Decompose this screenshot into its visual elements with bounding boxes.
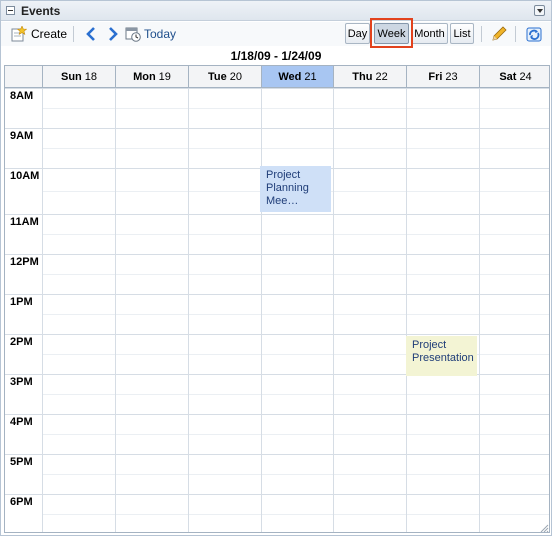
day-name: Fri bbox=[428, 70, 443, 83]
toolbar-divider bbox=[73, 26, 74, 42]
hour-gridline bbox=[5, 88, 549, 89]
day-header-wed[interactable]: Wed 21 bbox=[261, 66, 333, 87]
panel-title: Events bbox=[21, 4, 61, 18]
hour-gridline bbox=[5, 294, 549, 295]
calendar-clock-icon bbox=[125, 27, 141, 42]
day-divider bbox=[333, 88, 334, 532]
half-hour-gridline bbox=[42, 394, 549, 395]
week-calendar-grid: Sun 18 Mon 19 Tue 20 Wed 21 Thu 22 Fri 23 Sat 2… bbox=[4, 65, 550, 533]
day-divider bbox=[42, 88, 43, 532]
half-hour-gridline bbox=[42, 514, 549, 515]
day-number: 22 bbox=[375, 70, 388, 83]
hour-label: 11AM bbox=[10, 216, 39, 228]
hour-label: 12PM bbox=[10, 256, 39, 268]
day-header-mon[interactable]: Mon 19 bbox=[115, 66, 188, 87]
day-number: 23 bbox=[445, 70, 458, 83]
panel-menu-icon[interactable] bbox=[534, 5, 545, 16]
pencil-icon bbox=[492, 26, 507, 41]
view-day-button[interactable]: Day bbox=[345, 23, 370, 44]
hour-gridline bbox=[5, 254, 549, 255]
day-header-row: Sun 18 Mon 19 Tue 20 Wed 21 Thu 22 Fri 23 Sat 2… bbox=[5, 66, 549, 88]
day-divider bbox=[261, 88, 262, 532]
half-hour-gridline bbox=[42, 148, 549, 149]
half-hour-gridline bbox=[42, 274, 549, 275]
day-name: Sun bbox=[60, 70, 82, 83]
hour-label: 10AM bbox=[10, 170, 40, 182]
create-button[interactable]: Create bbox=[11, 24, 67, 44]
hour-gridline bbox=[5, 494, 549, 495]
today-label: Today bbox=[144, 27, 177, 41]
day-divider bbox=[188, 88, 189, 532]
collapse-icon[interactable] bbox=[6, 6, 15, 15]
day-number: 19 bbox=[158, 70, 171, 83]
hour-label: 3PM bbox=[10, 376, 33, 388]
day-divider bbox=[406, 88, 407, 532]
day-header-sun[interactable]: Sun 18 bbox=[42, 66, 115, 87]
next-button[interactable] bbox=[107, 24, 119, 44]
refresh-icon bbox=[526, 27, 542, 42]
toolbar-divider bbox=[515, 26, 516, 42]
day-name: Mon bbox=[133, 70, 156, 83]
chevron-right-icon bbox=[109, 27, 118, 41]
calendar-toolbar: Create Today Day Week Month List bbox=[1, 22, 551, 46]
create-icon bbox=[11, 26, 27, 42]
day-name: Thu bbox=[352, 70, 373, 83]
day-name: Sat bbox=[499, 70, 517, 83]
hour-label: 5PM bbox=[10, 456, 33, 468]
day-number: 20 bbox=[229, 70, 242, 83]
chevron-left-icon bbox=[86, 27, 95, 41]
event-project-presentation[interactable]: Project Presentation bbox=[406, 336, 477, 376]
hour-label: 4PM bbox=[10, 416, 33, 428]
week-button-highlight bbox=[370, 18, 413, 48]
day-header-sat[interactable]: Sat 24 bbox=[479, 66, 549, 87]
edit-button[interactable] bbox=[490, 24, 508, 44]
day-header-fri[interactable]: Fri 23 bbox=[406, 66, 479, 87]
hour-label: 6PM bbox=[10, 496, 33, 508]
previous-button[interactable] bbox=[85, 24, 97, 44]
day-name: Tue bbox=[208, 70, 227, 83]
day-number: 24 bbox=[519, 70, 532, 83]
event-title-line: Presentation bbox=[412, 352, 474, 364]
toolbar-divider bbox=[481, 26, 482, 42]
event-project-planning-meeting[interactable]: Project Planning Mee… bbox=[260, 166, 331, 212]
half-hour-gridline bbox=[42, 474, 549, 475]
view-month-button[interactable]: Month bbox=[411, 23, 448, 44]
hour-gridline bbox=[5, 214, 549, 215]
time-grid[interactable]: 8AM 9AM 10AM 11AM 12PM 1PM 2PM 3PM 4PM 5… bbox=[5, 88, 549, 532]
hour-label: 9AM bbox=[10, 130, 34, 142]
day-header-tue[interactable]: Tue 20 bbox=[188, 66, 261, 87]
half-hour-gridline bbox=[42, 108, 549, 109]
view-list-button[interactable]: List bbox=[450, 23, 474, 44]
day-header-thu[interactable]: Thu 22 bbox=[333, 66, 406, 87]
panel-header: Events bbox=[1, 1, 551, 21]
events-panel: Events Create Today Day Week Month List … bbox=[0, 0, 552, 536]
today-button[interactable]: Today bbox=[125, 24, 176, 44]
half-hour-gridline bbox=[42, 434, 549, 435]
event-title-line: Planning bbox=[266, 182, 309, 194]
day-divider bbox=[479, 88, 480, 532]
day-name: Wed bbox=[278, 70, 302, 83]
event-title-line: Project bbox=[412, 339, 447, 351]
half-hour-gridline bbox=[42, 234, 549, 235]
hour-label: 2PM bbox=[10, 336, 33, 348]
day-divider bbox=[115, 88, 116, 532]
create-label: Create bbox=[31, 27, 68, 41]
hour-gridline bbox=[5, 128, 549, 129]
day-number: 21 bbox=[304, 70, 317, 83]
hour-label: 1PM bbox=[10, 296, 33, 308]
resize-grip-icon[interactable] bbox=[539, 523, 549, 533]
hour-gridline bbox=[5, 454, 549, 455]
event-title-line: Project bbox=[266, 169, 301, 181]
hour-gridline bbox=[5, 414, 549, 415]
event-title-line: Mee… bbox=[266, 195, 299, 207]
refresh-button[interactable] bbox=[525, 24, 543, 44]
hour-gridline bbox=[5, 334, 549, 335]
day-number: 18 bbox=[84, 70, 98, 83]
half-hour-gridline bbox=[42, 314, 549, 315]
hour-label: 8AM bbox=[10, 90, 34, 102]
date-range-label: 1/18/09 - 1/24/09 bbox=[230, 49, 322, 63]
